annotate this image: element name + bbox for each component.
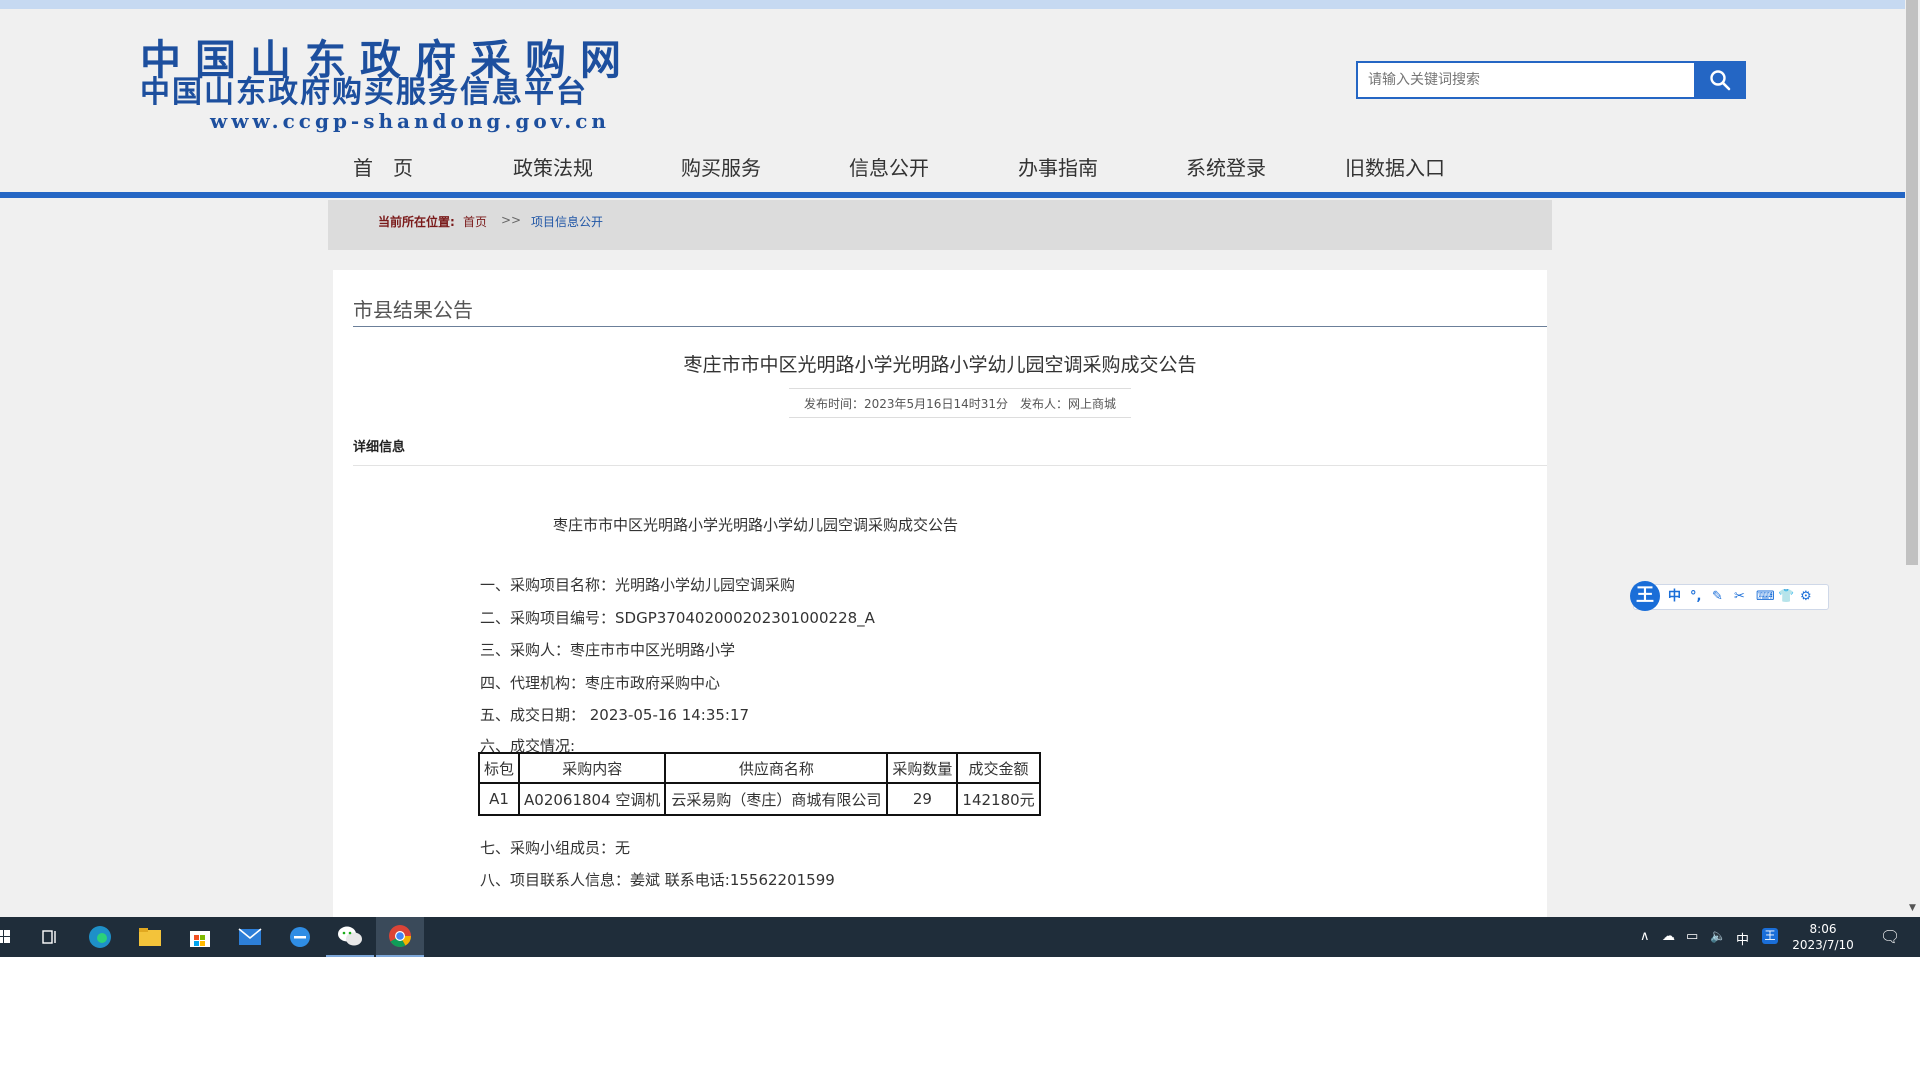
nav-info-disclosure[interactable]: 信息公开 bbox=[849, 148, 929, 188]
notice-line-agency: 四、代理机构：枣庄市政府采购中心 bbox=[480, 674, 721, 692]
ime-mode-toggle[interactable]: 中 bbox=[1668, 589, 1681, 605]
search-icon bbox=[1710, 70, 1731, 91]
search-input[interactable] bbox=[1358, 63, 1688, 97]
ime-keyboard-icon[interactable]: ⌨ bbox=[1756, 589, 1775, 605]
nav-guide[interactable]: 办事指南 bbox=[1018, 148, 1098, 188]
wechat-icon bbox=[338, 926, 362, 946]
table-header-row: 标包 采购内容 供应商名称 采购数量 成交金额 bbox=[477, 752, 1041, 784]
tray-volume-icon[interactable]: 🔈 bbox=[1710, 929, 1726, 944]
ime-logo-icon[interactable]: 王 bbox=[1630, 581, 1660, 611]
taskbar-ie[interactable] bbox=[276, 917, 324, 957]
taskbar-chrome[interactable] bbox=[376, 917, 424, 957]
section-title: 市县结果公告 bbox=[353, 298, 473, 322]
clock-time: 8:06 bbox=[1809, 922, 1837, 936]
logo-subtitle: 中国山东政府购买服务信息平台 bbox=[140, 75, 588, 110]
search-box bbox=[1356, 61, 1746, 99]
breadcrumb: 当前所在位置: 首页 >> 项目信息公开 bbox=[328, 200, 1552, 250]
chrome-icon bbox=[389, 925, 411, 947]
section-divider bbox=[353, 326, 1547, 327]
breadcrumb-home[interactable]: 首页 bbox=[463, 213, 487, 230]
notice-line-project-number: 二、采购项目编号：SDGP370402000202301000228_A bbox=[480, 609, 875, 627]
ime-handwriting-icon[interactable]: ✎ bbox=[1712, 589, 1723, 605]
table-cell: 云采易购（枣庄）商城有限公司 bbox=[664, 782, 889, 816]
tray-ime-icon[interactable]: 王 bbox=[1762, 928, 1778, 944]
taskbar-file-explorer[interactable] bbox=[126, 917, 174, 957]
main-nav: 首 页 政策法规 购买服务 信息公开 办事指南 系统登录 旧数据入口 bbox=[0, 148, 1905, 188]
site-logo[interactable]: 中国山东政府采购网 中国山东政府购买服务信息平台 www.ccgp-shando… bbox=[140, 38, 660, 132]
ime-settings-icon[interactable]: ⚙ bbox=[1800, 589, 1812, 605]
detail-label: 详细信息 bbox=[353, 440, 406, 455]
clock-date: 2023/7/10 bbox=[1792, 938, 1854, 952]
notice-line-date: 五、成交日期： 2023-05-16 14:35:17 bbox=[480, 706, 750, 724]
table-cell: 29 bbox=[886, 782, 959, 816]
windows-icon bbox=[0, 930, 10, 943]
browser-viewport: 中国山东政府采购网 中国山东政府购买服务信息平台 www.ccgp-shando… bbox=[0, 0, 1905, 917]
task-view-icon bbox=[42, 930, 56, 944]
notice-line-contact: 八、项目联系人信息：姜斌 联系电话:15562201599 bbox=[480, 871, 835, 889]
taskbar-mail[interactable] bbox=[226, 917, 274, 957]
taskbar-edge[interactable] bbox=[76, 917, 124, 957]
search-button[interactable] bbox=[1694, 61, 1746, 99]
nav-purchase-service[interactable]: 购买服务 bbox=[681, 148, 761, 188]
content-panel: 市县结果公告 枣庄市市中区光明路小学光明路小学幼儿园空调采购成交公告 发布时间：… bbox=[333, 270, 1547, 917]
ime-toolbar: 王 中 °, ✎ ✂ ⌨ 👕 ⚙ bbox=[1630, 581, 1829, 611]
breadcrumb-label: 当前所在位置: bbox=[378, 215, 455, 229]
tray-input-language[interactable]: 中 bbox=[1736, 929, 1749, 948]
table-header: 成交金额 bbox=[956, 752, 1041, 784]
nav-home[interactable]: 首 页 bbox=[353, 148, 413, 188]
taskbar: ∧ ☁ ▭ 🔈 中 王 8:06 2023/7/10 🗨 bbox=[0, 917, 1920, 957]
nav-underline bbox=[0, 192, 1905, 198]
ime-scissors-icon[interactable]: ✂ bbox=[1734, 589, 1745, 605]
store-icon bbox=[190, 931, 210, 947]
table-cell: A1 bbox=[477, 782, 521, 816]
start-button[interactable] bbox=[0, 917, 28, 957]
internet-explorer-icon bbox=[290, 927, 310, 947]
table-header: 供应商名称 bbox=[664, 752, 889, 784]
nav-policy[interactable]: 政策法规 bbox=[513, 148, 593, 188]
notice-line-purchaser: 三、采购人：枣庄市市中区光明路小学 bbox=[480, 641, 736, 659]
result-table: 标包 采购内容 供应商名称 采购数量 成交金额 A1 A02061804 空调机… bbox=[477, 752, 1041, 816]
notice-line-committee: 七、采购小组成员：无 bbox=[480, 839, 631, 857]
table-cell: A02061804 空调机 bbox=[518, 782, 667, 816]
task-view-button[interactable] bbox=[26, 917, 74, 957]
logo-url: www.ccgp-shandong.gov.cn bbox=[210, 109, 610, 133]
taskbar-store[interactable] bbox=[176, 917, 224, 957]
table-cell: 142180元 bbox=[956, 782, 1041, 816]
nav-old-data[interactable]: 旧数据入口 bbox=[1345, 148, 1445, 188]
edge-icon bbox=[89, 926, 111, 948]
tray-network-icon[interactable]: ▭ bbox=[1686, 929, 1698, 944]
tray-cloud-icon[interactable]: ☁ bbox=[1662, 929, 1675, 944]
breadcrumb-separator: >> bbox=[501, 213, 522, 227]
scrollbar-thumb[interactable] bbox=[1906, 0, 1918, 565]
notice-line-project-name: 一、采购项目名称：光明路小学幼儿园空调采购 bbox=[480, 576, 796, 594]
table-header: 采购数量 bbox=[886, 752, 959, 784]
table-header: 标包 bbox=[477, 752, 521, 784]
table-row: A1 A02061804 空调机 云采易购（枣庄）商城有限公司 29 14218… bbox=[477, 782, 1041, 816]
action-center-icon[interactable]: 🗨 bbox=[1880, 927, 1900, 946]
top-strip bbox=[0, 0, 1905, 9]
mail-icon bbox=[238, 928, 262, 945]
ime-skin-icon[interactable]: 👕 bbox=[1778, 589, 1794, 605]
table-header: 采购内容 bbox=[518, 752, 667, 784]
nav-login[interactable]: 系统登录 bbox=[1186, 148, 1266, 188]
tray-overflow-chevron-icon[interactable]: ∧ bbox=[1640, 929, 1650, 944]
ime-punctuation-icon[interactable]: °, bbox=[1690, 589, 1701, 605]
scroll-down-arrow[interactable]: ▼ bbox=[1905, 900, 1920, 917]
folder-icon bbox=[139, 928, 161, 946]
detail-divider bbox=[353, 465, 1547, 466]
notice-title: 枣庄市市中区光明路小学光明路小学幼儿园空调采购成交公告 bbox=[553, 516, 959, 534]
article-title: 枣庄市市中区光明路小学光明路小学幼儿园空调采购成交公告 bbox=[683, 354, 1197, 376]
taskbar-wechat[interactable] bbox=[326, 917, 374, 957]
article-meta: 发布时间：2023年5月16日14时31分 发布人：网上商城 bbox=[789, 388, 1131, 418]
breadcrumb-current[interactable]: 项目信息公开 bbox=[531, 213, 603, 230]
taskbar-clock[interactable]: 8:06 2023/7/10 bbox=[1788, 921, 1858, 953]
